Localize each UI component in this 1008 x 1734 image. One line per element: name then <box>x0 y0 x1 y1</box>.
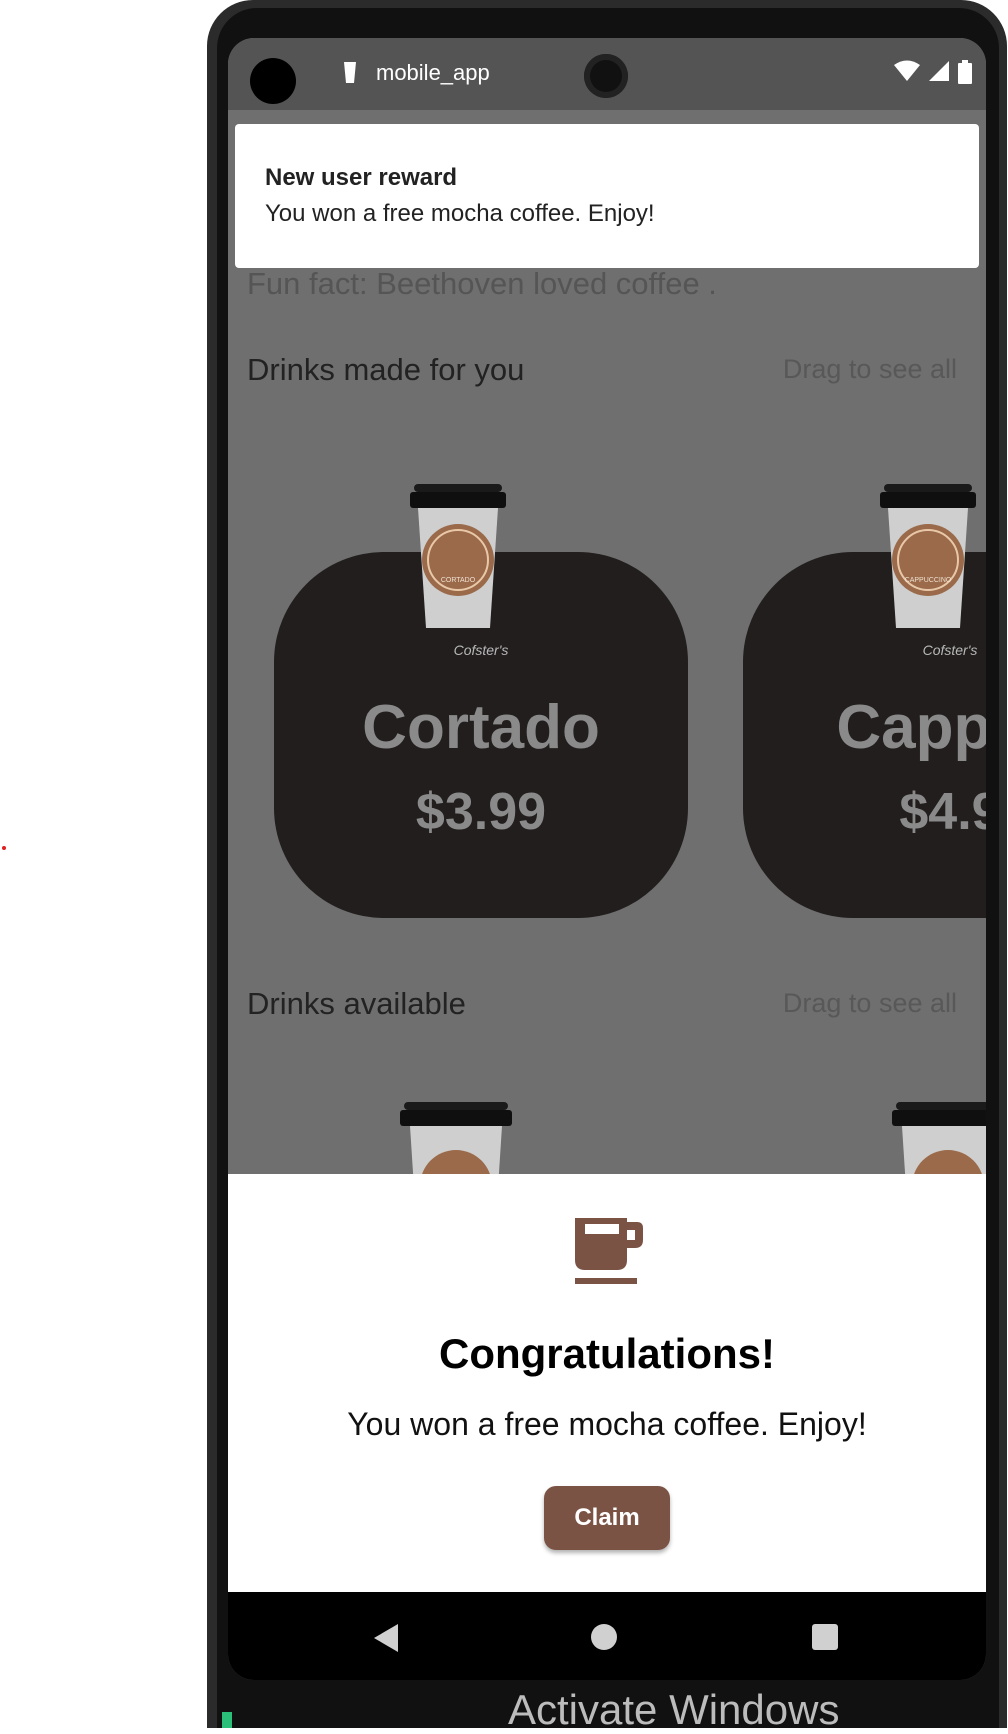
home-icon[interactable] <box>591 1624 617 1650</box>
card-drink-name: Cortado <box>362 693 600 762</box>
status-app-name: mobile_app <box>376 60 490 85</box>
wifi-icon <box>894 60 920 81</box>
card-brand: Cofster's <box>453 642 509 658</box>
activate-windows-watermark: Activate Windows <box>508 1686 840 1733</box>
notification-title: New user reward <box>265 164 458 191</box>
cup-label: CORTADO <box>441 577 476 584</box>
coffee-cup-image-cappuccino: CAPPUCCINO <box>880 484 976 628</box>
back-icon[interactable] <box>372 1624 400 1652</box>
red-marker <box>2 846 6 850</box>
signal-icon <box>929 61 949 81</box>
drag-hint-made-for-you[interactable]: Drag to see all <box>783 354 957 385</box>
phone-screen: mobile_app Fun fact: Beethoven loved cof… <box>228 38 986 1680</box>
navigation-bar <box>228 1592 986 1680</box>
section-title-available: Drinks available <box>247 986 466 1021</box>
front-camera <box>584 54 628 98</box>
taskbar-edge <box>222 1712 232 1728</box>
dialog-message: You won a free mocha coffee. Enjoy! <box>347 1406 867 1442</box>
drag-hint-available[interactable]: Drag to see all <box>783 988 957 1019</box>
battery-icon <box>958 60 972 84</box>
fun-fact-text: Fun fact: Beethoven loved coffee . <box>247 266 717 301</box>
app-cup-icon <box>344 62 356 83</box>
coffee-cup-icon <box>575 1218 643 1284</box>
dialog-title: Congratulations! <box>439 1330 775 1377</box>
card-drink-name: Cappuc <box>836 693 986 762</box>
reward-dialog: Congratulations! You won a free mocha co… <box>228 1174 986 1592</box>
card-drink-price: $3.99 <box>415 783 547 841</box>
coffee-cup-image-cortado: CORTADO <box>410 484 506 628</box>
status-bar: mobile_app <box>228 38 986 110</box>
card-drink-price: $4.9 <box>899 783 986 841</box>
card-brand: Cofster's <box>922 642 978 658</box>
reward-notification[interactable]: New user reward You won a free mocha cof… <box>235 124 979 268</box>
notification-body: You won a free mocha coffee. Enjoy! <box>265 200 655 227</box>
claim-button[interactable]: Claim <box>544 1486 670 1550</box>
cup-label: CAPPUCCINO <box>905 577 952 584</box>
recents-icon[interactable] <box>812 1624 838 1650</box>
section-title-made-for-you: Drinks made for you <box>247 352 525 387</box>
camera-bubble <box>250 58 296 104</box>
